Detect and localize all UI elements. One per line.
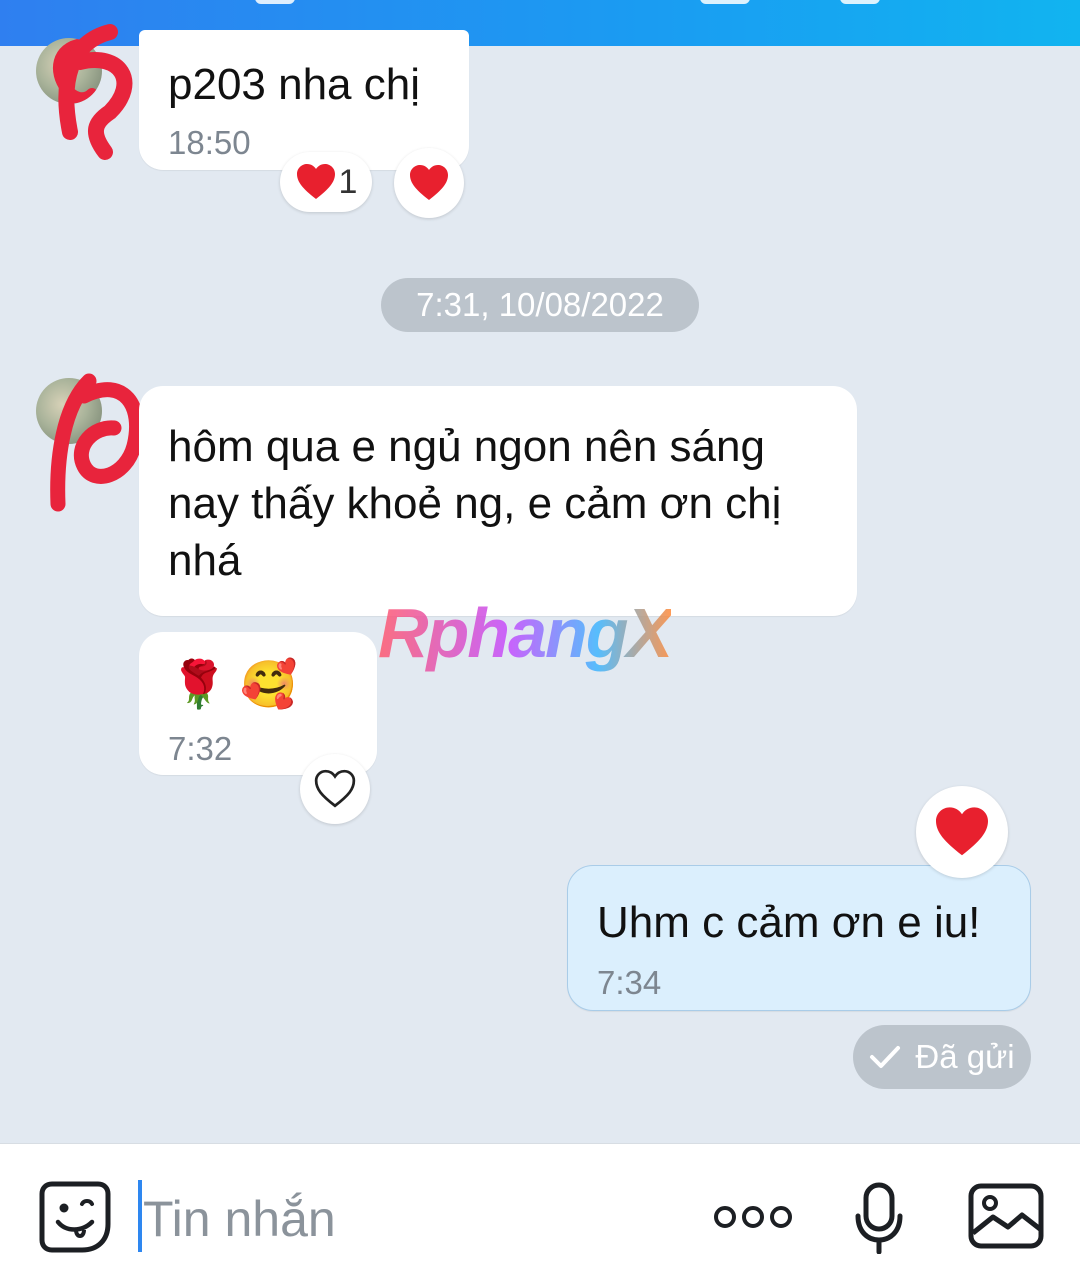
react-heart-button[interactable] <box>300 754 370 824</box>
image-icon[interactable] <box>968 1183 1044 1249</box>
message-input[interactable]: Tin nhắn <box>143 1190 336 1248</box>
react-heart-button[interactable] <box>916 786 1008 878</box>
heart-icon <box>296 164 335 199</box>
heart-icon <box>936 807 988 856</box>
message-text: hôm qua e ngủ ngon nên sáng nay thấy kho… <box>168 422 782 585</box>
date-separator: 7:31, 10/08/2022 <box>381 278 699 332</box>
message-time: 7:32 <box>168 730 233 767</box>
redaction-scribble <box>58 24 133 160</box>
reaction-count: 1 <box>338 162 358 201</box>
watermark: RphangX <box>378 594 673 672</box>
message-time: 18:50 <box>168 124 251 161</box>
sent-status-text: Đã gửi <box>915 1038 1015 1075</box>
message-text: Uhm c cảm ơn e iu! <box>597 898 981 947</box>
emoji-message: 🌹 🥰 <box>170 658 298 710</box>
redaction-scribble <box>50 373 145 512</box>
heart-outline-icon <box>314 769 356 808</box>
text-cursor <box>138 1180 142 1252</box>
react-heart-button[interactable] <box>394 148 464 218</box>
message-text: p203 nha chị <box>168 60 420 109</box>
sent-status-badge: Đã gửi <box>853 1025 1031 1089</box>
sticker-icon[interactable] <box>38 1180 112 1254</box>
check-icon <box>870 1046 901 1068</box>
more-options-icon[interactable] <box>712 1204 794 1230</box>
microphone-icon[interactable] <box>854 1182 904 1254</box>
message-time: 7:34 <box>597 964 662 1001</box>
heart-icon <box>410 165 448 200</box>
reaction-summary[interactable]: 1 <box>280 152 372 212</box>
